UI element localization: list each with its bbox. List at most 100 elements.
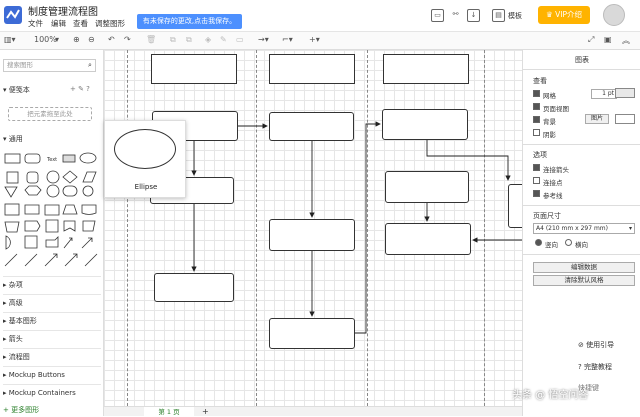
panel-toggle-icon[interactable]: ▥▾	[4, 35, 16, 44]
scratchpad-actions-icon[interactable]: + ✎ ?	[70, 85, 90, 93]
background-label: 背景	[543, 118, 556, 126]
compass-icon: ⊘	[578, 341, 584, 349]
grid-color-swatch[interactable]	[615, 88, 635, 98]
fullscreen-icon[interactable]: ⤢	[588, 35, 594, 45]
divider	[523, 254, 640, 255]
divider	[523, 144, 640, 145]
category-mockup-buttons[interactable]: ▸ Mockup Buttons	[3, 366, 101, 383]
grid-label: 网格	[543, 92, 556, 100]
category-advanced[interactable]: ▸ 高级	[3, 294, 101, 311]
scratchpad-drop-zone[interactable]: 把元素拖至此处	[8, 107, 92, 121]
diagram-tab[interactable]: 图表	[523, 55, 640, 70]
menu-view[interactable]: 查看	[73, 18, 88, 29]
delete-icon[interactable]: 🗑	[146, 35, 156, 44]
scratchpad-header[interactable]: ▾ 便笺本	[3, 85, 30, 95]
app-logo	[4, 6, 22, 24]
insert-icon[interactable]: +▾	[309, 35, 320, 44]
full-tutorial-item[interactable]: ? 完整教程	[578, 362, 612, 372]
diagram-canvas[interactable]	[104, 50, 522, 406]
clear-default-style-button[interactable]: 清除默认风格	[533, 275, 635, 286]
category-mockup-containers[interactable]: ▸ Mockup Containers	[3, 384, 101, 401]
download-icon[interactable]: ↓	[467, 9, 480, 22]
unsaved-changes-button[interactable]: 有未保存的更改,点击我保存。	[137, 14, 242, 29]
general-label: 通用	[8, 135, 23, 143]
line-color-icon[interactable]: ✎	[220, 35, 227, 44]
page-view-label: 页面视图	[543, 105, 569, 113]
connection-arrows-checkbox[interactable]	[533, 164, 540, 171]
menu-file[interactable]: 文件	[28, 18, 43, 29]
shape-search-input[interactable]: 搜索图形	[3, 59, 96, 72]
landscape-label: 横向	[575, 241, 588, 249]
zoom-level[interactable]: 100%	[34, 35, 57, 44]
help-icon: ?	[578, 363, 582, 371]
category-label: 箭头	[8, 335, 23, 343]
paper-size-select[interactable]: A4 (210 mm x 297 mm) ▾	[533, 223, 635, 234]
divider	[523, 205, 640, 206]
shape-preview-tooltip: Ellipse	[104, 120, 186, 198]
guide-item[interactable]: ⊘ 使用引导	[578, 340, 614, 350]
vip-label: VIP介绍	[555, 10, 582, 19]
redo-icon[interactable]: ↷	[124, 35, 131, 44]
to-front-icon[interactable]: ⧉	[170, 35, 176, 45]
screen-icon[interactable]: ▭	[431, 9, 444, 22]
zoom-dropdown-icon[interactable]: ▾	[55, 35, 59, 44]
category-misc[interactable]: ▸ 杂项	[3, 276, 101, 293]
shadow-icon[interactable]: ▭	[236, 35, 244, 44]
template-label[interactable]: 模板	[508, 11, 522, 21]
waypoint-style-icon[interactable]: ⌐▾	[282, 35, 293, 44]
flow-logo-icon	[6, 9, 20, 19]
connection-arrows-label: 连接箭头	[543, 166, 569, 174]
toolbar: ▥▾ 100% ▾ ⊕ ⊖ ↶ ↷ 🗑 ⧉ ⧉ ◈ ✎ ▭ →▾ ⌐▾ +▾ ⤢…	[0, 32, 640, 50]
zoom-in-icon[interactable]: ⊕	[73, 35, 80, 44]
more-shapes-link[interactable]: + 更多图形	[3, 405, 39, 415]
title-bar: 制度管理流程图 文件 编辑 查看 调整图形 有未保存的更改,点击我保存。 ▭ ⚯…	[0, 0, 640, 32]
options-section-title: 选项	[533, 151, 547, 159]
search-icon[interactable]: ⌕	[88, 61, 92, 70]
svg-text:Text: Text	[46, 157, 57, 163]
template-icon[interactable]: ▤	[492, 9, 505, 22]
format-panel-icon[interactable]: ▣	[604, 35, 612, 44]
fill-color-icon[interactable]: ◈	[205, 35, 211, 44]
background-checkbox[interactable]	[533, 116, 540, 123]
menu-edit[interactable]: 编辑	[51, 18, 66, 29]
avatar[interactable]	[603, 4, 625, 26]
watermark: 头条 @ 悟空问答	[512, 390, 589, 401]
full-tutorial-label: 完整教程	[583, 363, 612, 371]
paper-size-section-title: 页面尺寸	[533, 212, 561, 220]
connection-style-icon[interactable]: →▾	[258, 35, 269, 44]
collapse-icon[interactable]: ︽	[622, 35, 630, 46]
grid-size-input[interactable]: 1 pt	[591, 89, 617, 99]
connector-layer	[191, 121, 522, 334]
document-title[interactable]: 制度管理流程图	[28, 3, 98, 18]
more-shapes-label: 更多图形	[11, 406, 40, 414]
edit-data-button[interactable]: 编辑数据	[533, 262, 635, 273]
vip-button[interactable]: ♛ VIP介绍	[538, 6, 590, 24]
page-view-checkbox[interactable]	[533, 103, 540, 110]
category-label: 高级	[8, 299, 23, 307]
category-flowchart[interactable]: ▸ 流程图	[3, 348, 101, 365]
to-back-icon[interactable]: ⧉	[186, 35, 192, 45]
image-button[interactable]: 图片	[585, 114, 609, 124]
undo-icon[interactable]: ↶	[108, 35, 115, 44]
category-label: 杂项	[8, 281, 23, 289]
category-label: 流程图	[8, 353, 30, 361]
grid-checkbox[interactable]	[533, 90, 540, 97]
guide-label: 使用引导	[586, 341, 615, 349]
guides-checkbox[interactable]	[533, 190, 540, 197]
zoom-out-icon[interactable]: ⊖	[88, 35, 95, 44]
landscape-radio[interactable]	[565, 239, 572, 246]
portrait-radio[interactable]	[535, 239, 542, 246]
share-icon[interactable]: ⚯	[449, 9, 462, 22]
page-bar: 第 1 页 +	[104, 406, 522, 417]
scratchpad-label: 便笺本	[8, 86, 30, 94]
connection-points-checkbox[interactable]	[533, 177, 540, 184]
shadow-checkbox[interactable]	[533, 129, 540, 136]
category-arrows[interactable]: ▸ 箭头	[3, 330, 101, 347]
general-header[interactable]: ▾ 通用	[3, 134, 23, 144]
portrait-label: 竖向	[545, 241, 558, 249]
category-label: Mockup Buttons	[8, 371, 65, 379]
ellipse-preview	[114, 129, 176, 169]
menu-adjust-shape[interactable]: 调整图形	[95, 18, 125, 29]
background-color-swatch[interactable]	[615, 114, 635, 124]
category-basic[interactable]: ▸ 基本图形	[3, 312, 101, 329]
